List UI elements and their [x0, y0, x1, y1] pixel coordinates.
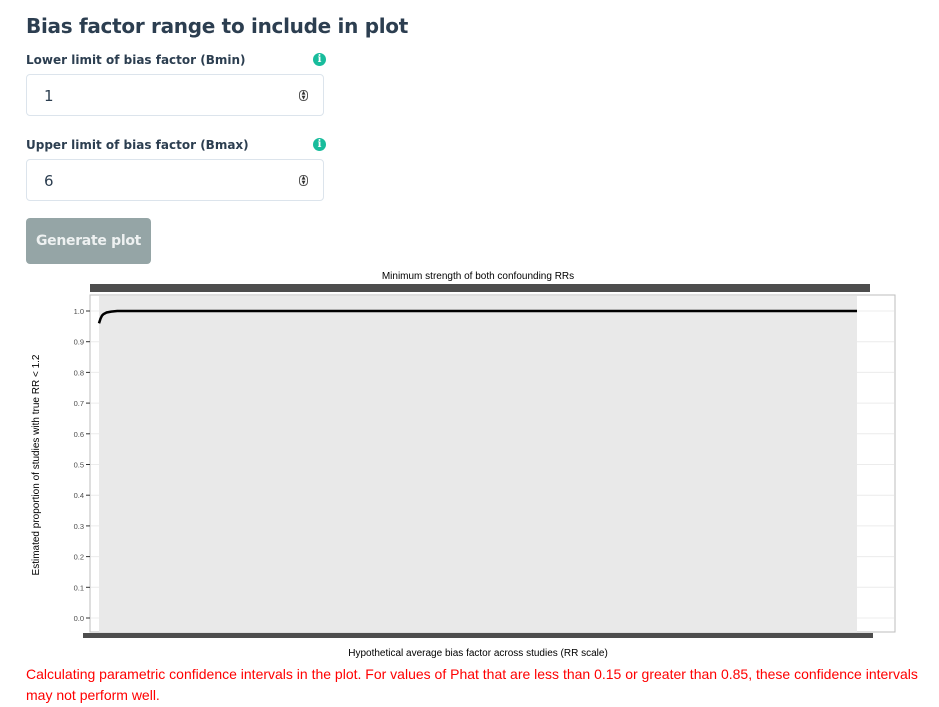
bmax-label: Upper limit of bias factor (Bmax) — [26, 138, 249, 152]
bmax-input[interactable]: 6 ▲ ▼ — [26, 159, 324, 201]
number-spinner-icon[interactable]: ▲ ▼ — [299, 175, 308, 186]
y-tick-label: 0.6 — [74, 430, 84, 439]
sensitivity-plot: Minimum strength of both confounding RRs… — [31, 271, 896, 659]
y-tick-label: 0.7 — [74, 399, 84, 408]
y-tick-label: 0.5 — [74, 461, 84, 470]
y-tick-label: 0.4 — [74, 491, 84, 500]
number-spinner-icon[interactable]: ▲ ▼ — [299, 90, 308, 101]
warning-message: Calculating parametric confidence interv… — [26, 666, 918, 703]
y-tick-label: 0.3 — [74, 522, 84, 531]
y-tick-label: 0.8 — [74, 368, 84, 377]
bmin-input[interactable]: 1 ▲ ▼ — [26, 74, 324, 116]
chart-title: Minimum strength of both confounding RRs — [382, 271, 574, 282]
y-tick-label: 0.9 — [74, 338, 84, 347]
y-tick-label: 1.0 — [74, 307, 84, 316]
info-circle-icon[interactable]: i — [313, 53, 326, 66]
x-axis-label: Hypothetical average bias factor across … — [348, 648, 608, 659]
y-tick-label: 0.1 — [74, 583, 84, 592]
top-axis-label-band — [90, 284, 870, 292]
bottom-axis-label-band — [83, 633, 873, 638]
bmin-label: Lower limit of bias factor (Bmin) — [26, 53, 246, 67]
y-tick-label: 0.2 — [74, 553, 84, 562]
confidence-band — [99, 296, 857, 632]
bmax-value: 6 — [44, 172, 54, 190]
y-axis: 0.0 0.1 0.2 0.3 0.4 0.5 0.6 0.7 0.8 0.9 1.0 — [74, 307, 90, 623]
generate-plot-button[interactable]: Generate plot — [26, 218, 151, 264]
info-circle-icon[interactable]: i — [313, 138, 326, 151]
bmin-value: 1 — [44, 87, 54, 105]
y-tick-label: 0.0 — [74, 614, 84, 623]
y-axis-label: Estimated proportion of studies with tru… — [31, 354, 42, 575]
section-title: Bias factor range to include in plot — [26, 14, 408, 38]
